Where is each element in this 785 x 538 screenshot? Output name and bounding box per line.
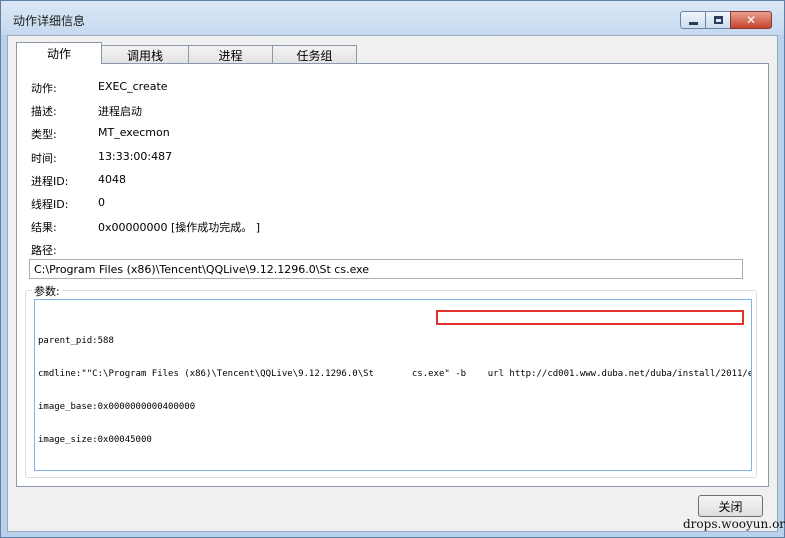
path-label: 路径:	[31, 244, 57, 257]
field-label: 进程ID:	[31, 175, 69, 188]
tab-action[interactable]: 动作	[16, 42, 102, 64]
field-label: 时间:	[31, 152, 57, 165]
close-icon: ✕	[745, 13, 757, 27]
params-line-parent-pid: parent_pid:588	[38, 336, 114, 346]
minimize-icon	[688, 21, 698, 25]
window-close-button[interactable]: ✕	[730, 11, 772, 29]
params-line-image-size: image_size:0x00045000	[38, 435, 152, 445]
close-button[interactable]: 关闭	[698, 495, 763, 517]
field-label: 结果:	[31, 221, 57, 234]
field-value: 13:33:00:487	[98, 150, 173, 163]
tab-task-group[interactable]: 任务组	[272, 45, 357, 64]
field-value: 0x00000000 [操作成功完成。 ]	[98, 221, 261, 234]
field-value: 进程启动	[98, 105, 142, 118]
maximize-icon	[713, 16, 723, 24]
field-label: 线程ID:	[31, 198, 69, 211]
dialog-client: 动作 调用栈 进程 任务组 动作: EXEC_create 描述: 进程启动 类…	[7, 35, 778, 532]
highlight-box	[436, 310, 744, 325]
window-title: 动作详细信息	[13, 14, 86, 28]
field-value: EXEC_create	[98, 80, 168, 93]
params-line-cmdline: cmdline:""C:\Program Files (x86)\Tencent…	[38, 369, 752, 379]
params-textarea[interactable]: parent_pid:588 cmdline:""C:\Program File…	[34, 299, 752, 471]
tab-strip: 动作 调用栈 进程 任务组	[16, 42, 357, 64]
dialog-window: 动作详细信息 ✕ 动作 调用栈 进程 任务组 动作: EXEC_create 描…	[0, 0, 785, 538]
field-value: MT_execmon	[98, 126, 170, 139]
params-line-image-base: image_base:0x0000000000400000	[38, 402, 196, 412]
params-group: 参数: parent_pid:588 cmdline:""C:\Program …	[25, 283, 757, 478]
field-label: 描述:	[31, 105, 57, 118]
minimize-button[interactable]	[680, 11, 706, 29]
tab-call-stack[interactable]: 调用栈	[101, 45, 189, 64]
maximize-button[interactable]	[705, 11, 731, 29]
field-value: 4048	[98, 173, 126, 186]
title-bar[interactable]: 动作详细信息 ✕	[1, 1, 784, 35]
field-label: 类型:	[31, 128, 57, 141]
params-label: 参数:	[32, 283, 62, 299]
field-value: 0	[98, 196, 105, 209]
window-controls: ✕	[680, 11, 772, 29]
watermark: drops.wooyun.org	[683, 517, 785, 531]
field-label: 动作:	[31, 82, 57, 95]
action-tab-panel: 动作: EXEC_create 描述: 进程启动 类型: MT_execmon …	[16, 63, 769, 487]
tab-process[interactable]: 进程	[188, 45, 273, 64]
path-field[interactable]: C:\Program Files (x86)\Tencent\QQLive\9.…	[29, 259, 743, 279]
